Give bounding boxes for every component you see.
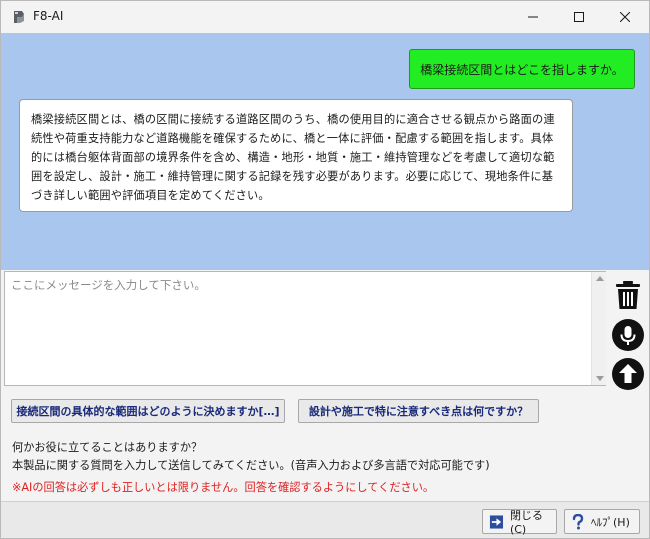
minimize-button[interactable] [510,1,556,33]
close-icon [620,12,630,22]
trash-icon [616,281,640,309]
question-mark-icon [572,513,584,529]
footer-bar: 閉じる(C) ﾍﾙﾌﾟ(H) [1,501,649,538]
scroll-down-arrow-icon[interactable] [596,376,604,381]
ai-disclaimer-text: ※AIの回答は必ずしも正しいとは限りません。回答を確認するようにしてください。 [12,481,435,494]
ai-message-bubble: 橋梁接続区間とは、橋の区間に接続する道路区間のうち、橋の使用目的に適合させる観点… [19,99,573,212]
app-logo-icon [11,9,27,25]
maximize-icon [574,12,584,22]
clear-chat-button[interactable] [612,279,644,311]
message-input[interactable] [5,272,590,385]
close-button[interactable]: 閉じる(C) [482,509,557,536]
help-button-label: ﾍﾙﾌﾟ(H) [591,515,630,529]
arrow-up-icon [612,358,644,390]
suggestion-button-1[interactable]: 接続区間の具体的な範囲はどのように決めますか[…] [11,399,285,423]
app-window: F8-AI 橋梁接続区間とはどこを指しますか。 橋梁接続区間とは、橋の区間に接続… [0,0,650,539]
exit-icon [489,514,504,529]
voice-input-button[interactable] [612,319,644,351]
message-input-container [4,271,606,386]
close-button-label: 閉じる(C) [509,509,543,536]
scroll-up-arrow-icon[interactable] [596,276,604,281]
help-button[interactable]: ﾍﾙﾌﾟ(H) [564,509,640,534]
window-title: F8-AI [33,9,64,23]
suggestion-button-2[interactable]: 設計や施工で特に注意すべき点は何ですか？ [298,399,539,423]
send-message-button[interactable] [612,358,644,390]
chat-history[interactable]: 橋梁接続区間とはどこを指しますか。 橋梁接続区間とは、橋の区間に接続する道路区間… [1,33,649,270]
maximize-button[interactable] [556,1,602,33]
help-instruction-text: 本製品に関する質問を入力して送信してみてください。(音声入力および多言語で対応可… [12,459,490,472]
title-bar: F8-AI [1,1,649,33]
user-message-bubble: 橋梁接続区間とはどこを指しますか。 [409,49,635,89]
close-window-button[interactable] [602,1,648,33]
input-scrollbar[interactable] [591,272,606,385]
microphone-icon [612,319,644,351]
help-prompt-text: 何かお役に立てることはありますか？ [12,441,203,454]
minimize-icon [528,16,538,18]
